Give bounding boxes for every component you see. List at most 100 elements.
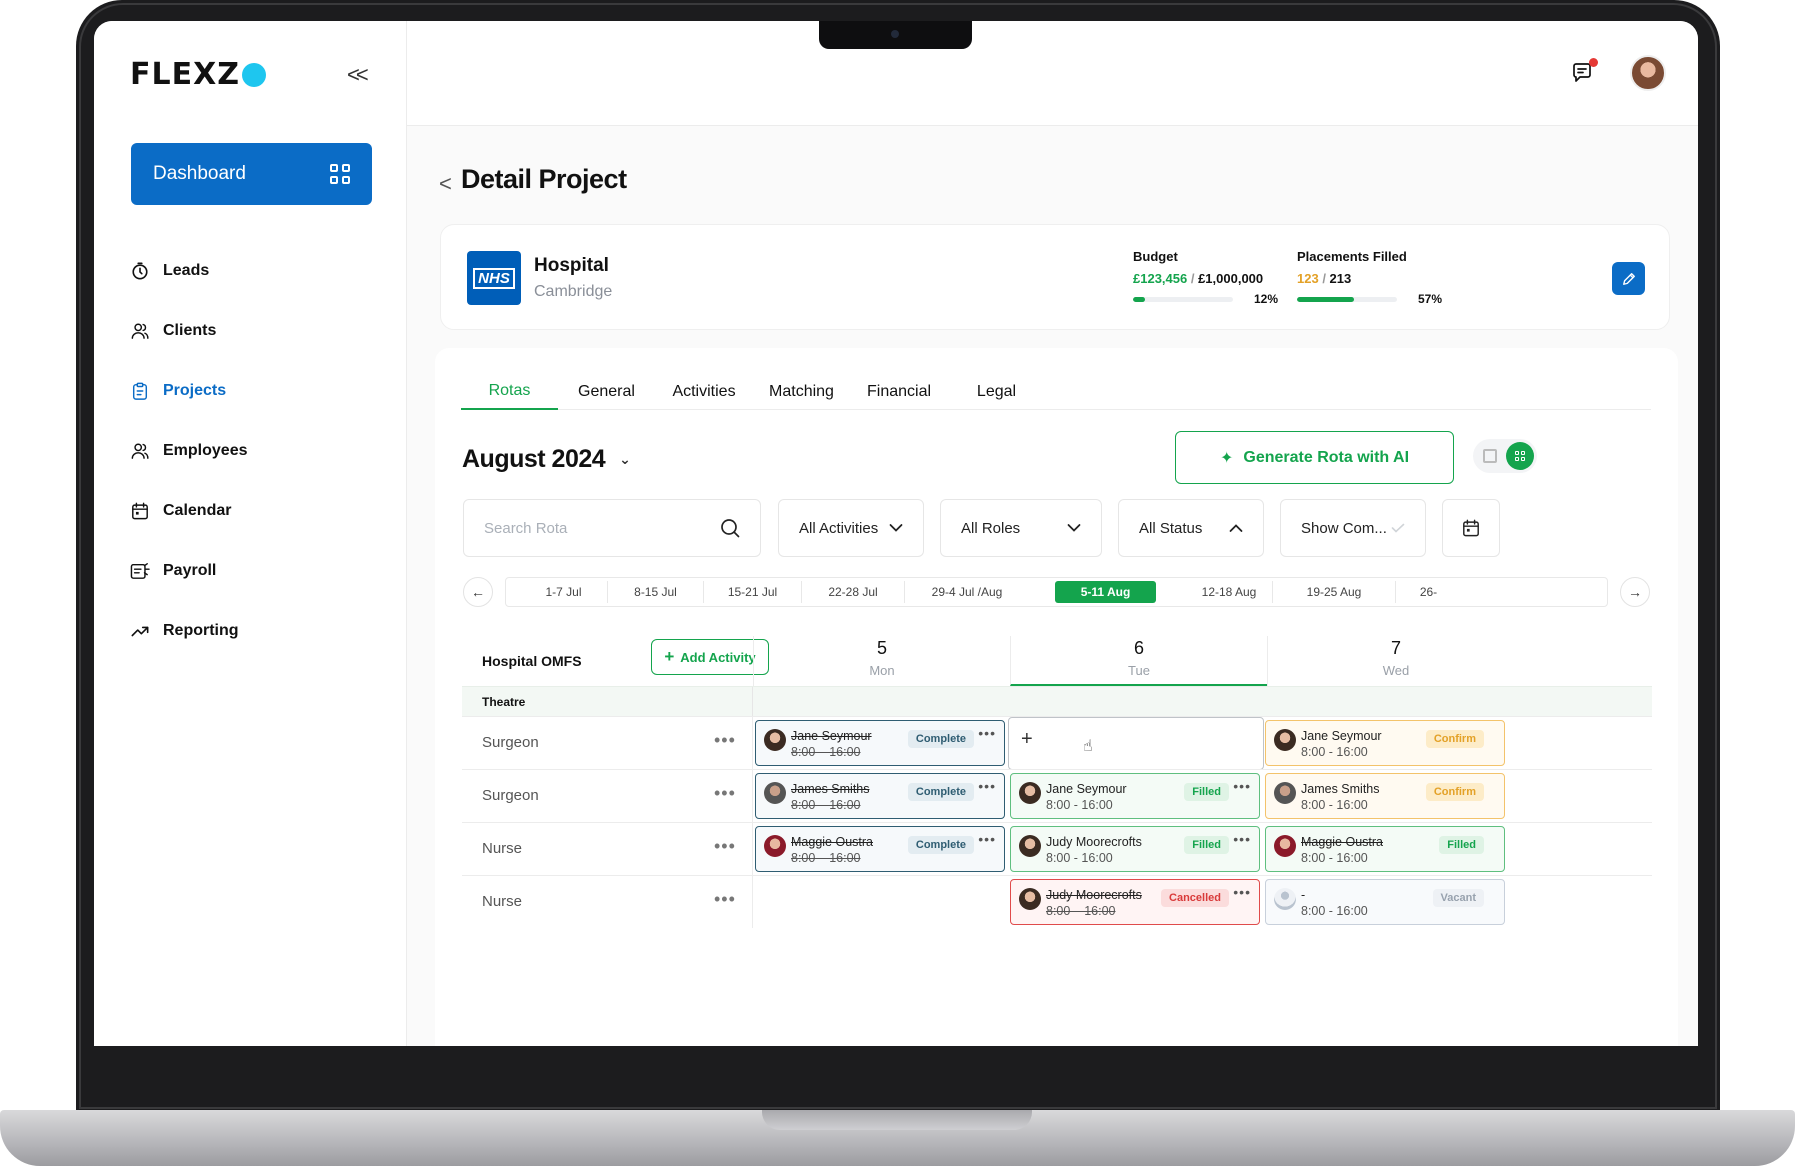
shift-card[interactable]: Maggie Oustra 8:00 – 16:00 Complete ••• <box>755 826 1005 872</box>
month-label: August 2024 <box>462 445 606 473</box>
week-item[interactable]: 12-18 Aug <box>1186 581 1273 603</box>
week-item[interactable]: 15-21 Jul <box>704 581 802 603</box>
calendar-icon <box>130 501 150 521</box>
row-more-button[interactable]: ••• <box>714 836 736 857</box>
messages-icon[interactable] <box>1572 58 1598 83</box>
day-column-mon[interactable]: 5 Mon <box>753 636 1010 686</box>
show-filter-value: Show Com... <box>1301 519 1387 537</box>
shift-card[interactable]: Jane Seymour 8:00 - 16:00 Filled ••• <box>1010 773 1260 819</box>
rota-row: Surgeon ••• James Smiths 8:00 – 16:00 Com… <box>462 769 1652 822</box>
shift-more-button[interactable]: ••• <box>1233 884 1251 900</box>
status-badge: Filled <box>1439 836 1484 854</box>
shift-card[interactable]: -8:00 - 16:00 Vacant <box>1265 879 1505 925</box>
users-icon <box>130 321 150 341</box>
sidebar-item-projects[interactable]: Projects <box>130 361 247 421</box>
placements-total: 213 <box>1329 271 1352 286</box>
budget-metric: Budget £123,456 / £1,000,000 12% <box>1133 249 1278 306</box>
chevron-down-icon <box>1067 524 1081 532</box>
chevron-down-icon: ⌄ <box>619 451 631 467</box>
shift-more-button[interactable]: ••• <box>978 778 996 794</box>
edit-project-button[interactable] <box>1612 262 1645 295</box>
row-more-button[interactable]: ••• <box>714 783 736 804</box>
chevron-down-icon <box>889 524 903 532</box>
sidebar-item-calendar[interactable]: Calendar <box>130 481 247 541</box>
calendar-picker-button[interactable] <box>1442 499 1500 557</box>
sidebar-item-label: Clients <box>163 322 217 339</box>
logo-dot <box>242 62 266 87</box>
check-icon <box>1391 523 1405 533</box>
sidebar-item-employees[interactable]: Employees <box>130 421 247 481</box>
sidebar-item-leads[interactable]: Leads <box>130 241 247 301</box>
shift-more-button[interactable]: ••• <box>1233 831 1251 847</box>
tab-rotas[interactable]: Rotas <box>461 374 558 410</box>
tab-matching[interactable]: Matching <box>753 374 850 410</box>
week-item-active[interactable]: 5-11 Aug <box>1055 581 1156 603</box>
shift-card[interactable]: Jane Seymour 8:00 – 16:00 Complete ••• <box>755 720 1005 766</box>
week-item[interactable]: 8-15 Jul <box>608 581 704 603</box>
shift-more-button[interactable]: ••• <box>1233 778 1251 794</box>
project-name: Hospital <box>534 255 609 276</box>
row-more-button[interactable]: ••• <box>714 889 736 910</box>
status-badge: Complete <box>907 783 974 801</box>
row-more-button[interactable]: ••• <box>714 730 736 751</box>
grid-view-icon[interactable] <box>1506 442 1534 470</box>
shift-more-button[interactable]: ••• <box>978 831 996 847</box>
user-avatar[interactable] <box>1630 55 1666 91</box>
dashboard-button[interactable]: Dashboard <box>131 143 372 205</box>
roles-filter[interactable]: All Roles <box>940 499 1102 557</box>
week-item[interactable]: 19-25 Aug <box>1273 581 1396 603</box>
rota-row: Surgeon ••• Jane Seymour 8:00 – 16:00 Com… <box>462 716 1652 770</box>
back-button[interactable]: < <box>439 171 452 197</box>
trend-icon <box>130 621 150 641</box>
sidebar-item-label: Reporting <box>163 622 239 639</box>
sidebar-item-clients[interactable]: Clients <box>130 301 247 361</box>
week-item[interactable]: 26- <box>1396 581 1461 603</box>
group-label: Theatre <box>482 695 526 709</box>
sidebar-item-payroll[interactable]: Payroll <box>130 541 247 601</box>
prev-week-button[interactable]: ← <box>463 577 493 607</box>
employee-avatar <box>764 782 786 804</box>
app-logo[interactable]: FLEXZ <box>130 57 266 92</box>
month-selector[interactable]: August 2024 ⌄ <box>462 445 631 474</box>
calendar-icon <box>1463 519 1479 537</box>
notification-badge <box>1589 58 1598 67</box>
day-column-tue[interactable]: 6 Tue <box>1010 636 1267 686</box>
shift-card[interactable]: Judy Moorecrofts 8:00 – 16:00 Cancelled •… <box>1010 879 1260 925</box>
tab-general[interactable]: General <box>558 374 655 410</box>
shift-card[interactable]: James Smiths 8:00 - 16:00 Confirm <box>1265 773 1505 819</box>
next-week-button[interactable]: → <box>1620 577 1650 607</box>
list-view-icon[interactable] <box>1483 449 1497 463</box>
tab-legal[interactable]: Legal <box>948 374 1045 410</box>
shift-more-button[interactable]: ••• <box>978 725 996 741</box>
shift-card[interactable]: James Smiths 8:00 – 16:00 Complete ••• <box>755 773 1005 819</box>
pencil-icon <box>1622 272 1635 285</box>
placements-progress <box>1297 296 1397 302</box>
week-item[interactable]: 1-7 Jul <box>520 581 608 603</box>
week-selector: ← 1-7 Jul 8-15 Jul 15-21 Jul 22-28 Jul 2… <box>463 577 1650 607</box>
week-item[interactable]: 22-28 Jul <box>802 581 905 603</box>
week-item[interactable]: 29-4 Jul /Aug <box>905 581 1029 603</box>
sidebar-item-label: Payroll <box>163 562 217 579</box>
rota-panel: Rotas General Activities Matching Financ… <box>435 348 1678 1046</box>
status-badge: Complete <box>907 836 974 854</box>
generate-rota-button[interactable]: ✦ Generate Rota with AI <box>1175 431 1454 484</box>
search-rota-input[interactable]: Search Rota <box>463 499 761 557</box>
collapse-sidebar-button[interactable]: << <box>347 62 369 88</box>
status-badge: Complete <box>907 730 974 748</box>
sidebar-item-reporting[interactable]: Reporting <box>130 601 247 661</box>
status-filter[interactable]: All Status <box>1118 499 1264 557</box>
roles-filter-value: All Roles <box>961 519 1021 537</box>
day-column-wed[interactable]: 7 Wed <box>1267 636 1524 686</box>
activities-filter[interactable]: All Activities <box>778 499 924 557</box>
tab-activities[interactable]: Activities <box>655 374 753 410</box>
shift-card[interactable]: Maggie Oustra 8:00 - 16:00 Filled <box>1265 826 1505 872</box>
shift-card[interactable]: Judy Moorecrofts 8:00 - 16:00 Filled ••• <box>1010 826 1260 872</box>
rota-row: Nurse ••• Maggie Oustra 8:00 – 16:00 Comp… <box>462 822 1652 875</box>
budget-label: Budget <box>1133 249 1178 264</box>
add-shift-cell[interactable]: + ☝ <box>1008 717 1264 770</box>
show-completed-filter[interactable]: Show Com... <box>1280 499 1426 557</box>
nhs-logo: NHS <box>467 251 521 305</box>
tab-financial[interactable]: Financial <box>850 374 948 410</box>
add-activity-button[interactable]: + Add Activity <box>651 639 769 675</box>
shift-card[interactable]: Jane Seymour 8:00 - 16:00 Confirm <box>1265 720 1505 766</box>
